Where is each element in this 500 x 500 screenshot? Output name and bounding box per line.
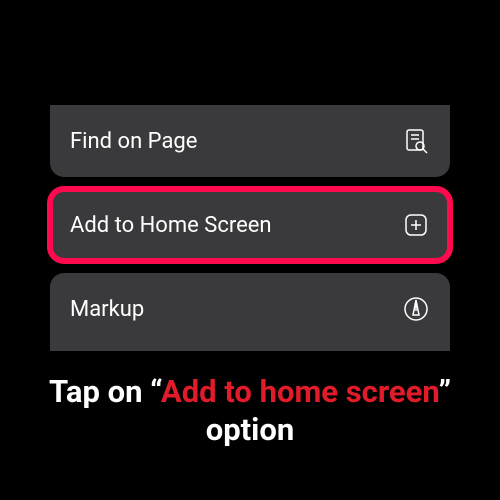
menu-item-markup[interactable]: Markup bbox=[50, 273, 450, 351]
add-to-home-icon bbox=[402, 211, 430, 239]
menu-item-label: Find on Page bbox=[70, 129, 197, 154]
find-on-page-icon bbox=[402, 127, 430, 155]
caption-highlight: Add to home screen bbox=[161, 373, 439, 410]
share-sheet-menu: Find on Page Add to Home Screen Markup bbox=[50, 105, 450, 351]
instruction-caption: Tap on “Add to home screen” option bbox=[0, 373, 500, 451]
markup-icon bbox=[402, 295, 430, 323]
menu-item-label: Add to Home Screen bbox=[70, 213, 272, 238]
caption-prefix: Tap on “ bbox=[49, 373, 161, 410]
menu-item-find-on-page[interactable]: Find on Page bbox=[50, 105, 450, 177]
menu-item-label: Markup bbox=[70, 297, 144, 322]
menu-item-add-to-home-screen[interactable]: Add to Home Screen bbox=[50, 189, 450, 261]
